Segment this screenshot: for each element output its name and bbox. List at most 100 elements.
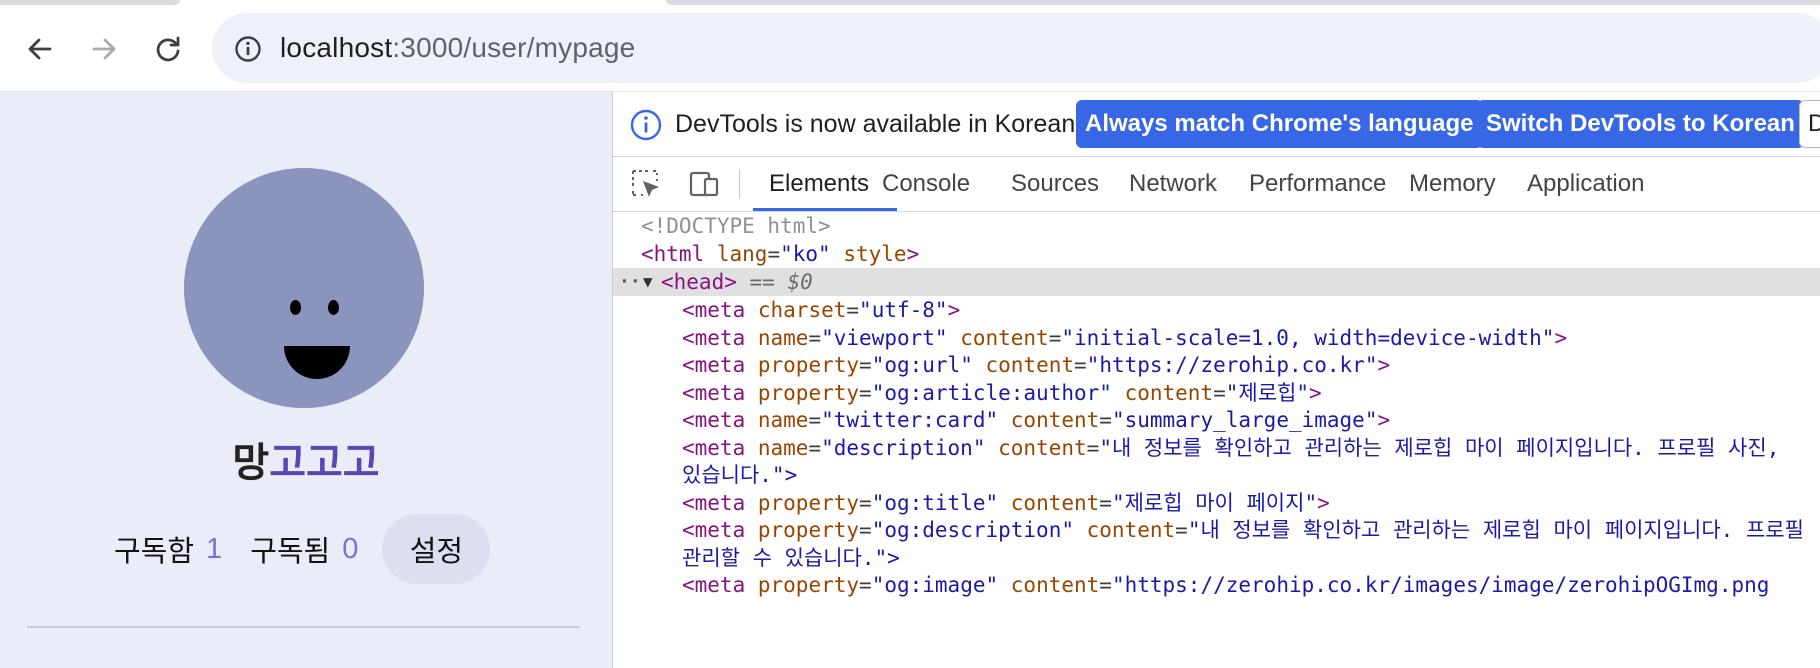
attr-name: content xyxy=(998,435,1087,460)
browser-tab[interactable] xyxy=(0,0,180,5)
attr-name: property xyxy=(757,353,860,377)
url-host: localhost xyxy=(280,32,393,63)
attr-name: style xyxy=(843,242,907,266)
attr-name: property xyxy=(757,518,860,542)
tag-name: <html xyxy=(641,242,705,266)
attr-value: "https://zerohip.co.kr" xyxy=(1086,353,1378,377)
doctype-text: <!DOCTYPE html> xyxy=(641,214,831,238)
dismiss-button[interactable]: D xyxy=(1799,100,1820,148)
dom-node-meta-wrap[interactable]: 있습니다."> xyxy=(613,461,1820,489)
browser-tab[interactable] xyxy=(666,0,1820,5)
attr-value: "제로힙 마이 페이지" xyxy=(1111,490,1318,515)
tab-elements[interactable]: Elements xyxy=(769,157,869,211)
url-path: :3000/user/mypage xyxy=(392,32,636,63)
dom-node-meta-wrap[interactable]: 관리할 수 있습니다."> xyxy=(613,544,1820,572)
attr-value: "og:description" xyxy=(871,518,1074,542)
element-picker-icon[interactable] xyxy=(629,167,663,201)
tab-sources[interactable]: Sources xyxy=(1011,157,1099,211)
selected-node-ref: == $0 xyxy=(749,270,813,294)
attr-value: "utf-8" xyxy=(859,298,948,322)
dom-node-meta[interactable]: <meta property="og:description" content=… xyxy=(613,516,1820,544)
reload-button[interactable] xyxy=(146,27,190,71)
tab-console[interactable]: Console xyxy=(882,157,970,211)
profile-username: 망고고고 xyxy=(0,430,612,488)
avatar-eye xyxy=(328,300,339,315)
dom-node-doctype[interactable]: <!DOCTYPE html> xyxy=(613,212,1820,240)
tab-performance[interactable]: Performance xyxy=(1249,157,1386,211)
attr-name: content xyxy=(985,353,1075,377)
following-stat[interactable]: 구독함 1 xyxy=(114,528,222,570)
followers-label: 구독됨 xyxy=(250,536,331,568)
devtools-tab-bar: Elements Console Sources Network Perform… xyxy=(613,157,1820,212)
dom-node-meta[interactable]: <meta property="og:title" content="제로힙 마… xyxy=(613,489,1820,517)
dom-node-head-selected[interactable]: ··· ▼ <head> == $0 xyxy=(613,268,1820,296)
following-label: 구독함 xyxy=(114,536,195,568)
dom-node-meta[interactable]: <meta name="twitter:card" content="summa… xyxy=(613,406,1820,434)
devtools-language-infobar: DevTools is now available in Korean! Alw… xyxy=(613,92,1820,157)
attr-value: "내 정보를 확인하고 관리하는 제로힙 마이 페이지입니다. 프로필 xyxy=(1187,518,1804,542)
meta-tag-text: <meta property="og:title" content="제로힙 마… xyxy=(682,490,1330,515)
dom-node-html[interactable]: <html lang="ko" style> xyxy=(613,240,1820,268)
reload-icon xyxy=(156,36,180,62)
follow-stats: 구독함 1 구독됨 0 설정 xyxy=(114,514,491,584)
meta-tag-text: <meta property="og:image" content="https… xyxy=(682,573,1770,597)
always-match-language-button[interactable]: Always match Chrome's language xyxy=(1076,100,1483,148)
meta-tag-text: <meta property="og:article:author" conte… xyxy=(682,380,1322,405)
back-button[interactable] xyxy=(18,27,62,71)
expand-triangle-icon[interactable]: ▼ xyxy=(643,268,653,296)
attr-name: content xyxy=(960,325,1049,350)
device-toolbar-icon[interactable] xyxy=(687,167,721,201)
tab-application[interactable]: Application xyxy=(1527,157,1644,211)
meta-tag-text: <meta charset="utf-8"> xyxy=(682,298,961,322)
tab-strip xyxy=(0,0,1820,7)
arrow-left-icon xyxy=(28,38,52,60)
followers-stat[interactable]: 구독됨 0 xyxy=(250,528,358,570)
attr-value: "viewport" xyxy=(821,325,948,350)
active-tab-indicator xyxy=(753,208,897,211)
infobar-message: DevTools is now available in Korean! xyxy=(675,110,1083,138)
attr-name: content xyxy=(1010,490,1100,515)
attr-name: property xyxy=(757,490,860,515)
info-icon[interactable] xyxy=(234,35,262,63)
dom-node-meta[interactable]: <meta name="description" content="내 정보를 … xyxy=(613,434,1820,462)
meta-tag-text: <meta name="viewport" content="initial-s… xyxy=(682,325,1568,350)
avatar-mouth xyxy=(284,346,350,379)
elements-tree: <!DOCTYPE html> <html lang="ko" style> ·… xyxy=(613,212,1820,668)
attr-value: "og:article:author" xyxy=(871,380,1112,405)
tab-network[interactable]: Network xyxy=(1129,157,1217,211)
wrapped-attr-text: 있습니다."> xyxy=(682,463,798,487)
username-accent-part: 고고고 xyxy=(269,441,380,485)
url-text: localhost:3000/user/mypage xyxy=(280,32,635,64)
attr-value: "og:title" xyxy=(871,490,999,515)
page-viewport: 망고고고 구독함 1 구독됨 0 설정 xyxy=(0,92,612,668)
attr-name: name xyxy=(757,325,809,350)
meta-tag-text: <meta property="og:description" content=… xyxy=(682,518,1804,542)
browser-toolbar: localhost:3000/user/mypage xyxy=(0,7,1820,92)
dom-node-meta[interactable]: <meta property="og:image" content="https… xyxy=(613,571,1820,599)
tab-memory[interactable]: Memory xyxy=(1409,157,1496,211)
dom-node-meta[interactable]: <meta charset="utf-8"> xyxy=(613,296,1820,324)
switch-to-korean-button[interactable]: Switch DevTools to Korean xyxy=(1477,100,1804,148)
settings-button[interactable]: 설정 xyxy=(382,514,491,584)
following-count: 1 xyxy=(206,532,223,565)
arrow-right-icon xyxy=(92,38,116,60)
attr-name: charset xyxy=(757,298,847,322)
html-tag-text: <html lang="ko" style> xyxy=(641,242,920,266)
address-bar[interactable]: localhost:3000/user/mypage xyxy=(212,13,1820,83)
dom-node-meta[interactable]: <meta property="og:url" content="https:/… xyxy=(613,351,1820,379)
divider xyxy=(27,626,580,628)
attr-value: "내 정보를 확인하고 관리하는 제로힙 마이 페이지입니다. 프로필 사진, xyxy=(1099,435,1780,460)
dom-node-meta[interactable]: <meta name="viewport" content="initial-s… xyxy=(613,324,1820,352)
browser-window: localhost:3000/user/mypage 망고고고 구독함 1 구독… xyxy=(0,0,1820,668)
attr-name: lang xyxy=(716,242,768,266)
attr-name: name xyxy=(757,408,809,432)
attr-value: "제로힙" xyxy=(1225,380,1309,405)
attr-value: "https://zerohip.co.kr/images/image/zero… xyxy=(1111,573,1770,597)
toolbar-separator xyxy=(739,169,740,199)
attr-name: content xyxy=(1010,573,1100,597)
attr-name: content xyxy=(1124,380,1214,405)
forward-button[interactable] xyxy=(82,27,126,71)
dom-node-meta[interactable]: <meta property="og:article:author" conte… xyxy=(613,379,1820,407)
attr-value: "twitter:card" xyxy=(821,408,999,432)
devtools-panel: DevTools is now available in Korean! Alw… xyxy=(612,92,1820,668)
